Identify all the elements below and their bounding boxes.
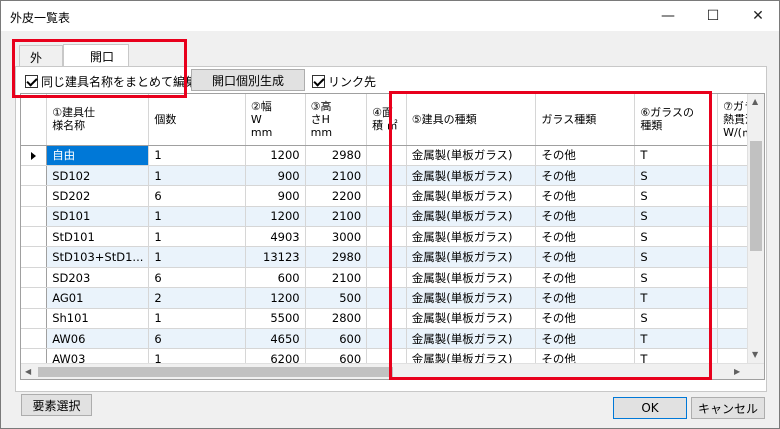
- table-cell-col-count[interactable]: 1: [148, 308, 246, 330]
- row-header[interactable]: [21, 206, 48, 228]
- column-header-line: 様名称: [52, 119, 86, 133]
- table-cell-col-width[interactable]: 13123: [245, 246, 306, 268]
- table-cell-col-height[interactable]: 2200: [305, 185, 368, 207]
- row-header[interactable]: [21, 328, 48, 350]
- table-cell-col-spec-name[interactable]: SD203: [46, 267, 150, 289]
- table-cell-col-width[interactable]: 1200: [245, 287, 306, 309]
- scroll-right-icon[interactable]: ▶: [734, 367, 740, 376]
- table-cell-col-height[interactable]: 600: [305, 328, 368, 350]
- table-cell-col-count[interactable]: 6: [148, 328, 246, 350]
- table-cell-col-spec-name[interactable]: SD102: [46, 165, 150, 187]
- table-cell-col-spec-name[interactable]: AG01: [46, 287, 150, 309]
- table-cell-col-spec-name[interactable]: SD101: [46, 206, 150, 228]
- table-cell-col-width[interactable]: 4903: [245, 226, 306, 248]
- table-cell-col-height[interactable]: 2980: [305, 246, 368, 268]
- table-cell-col-height[interactable]: 2800: [305, 308, 368, 330]
- column-header-line: ③高: [310, 99, 332, 113]
- column-header-line: 個数: [154, 112, 177, 126]
- select-elements-button[interactable]: 要素選択: [21, 394, 92, 416]
- table-cell-col-height[interactable]: 2100: [305, 267, 368, 289]
- table-cell-col-width[interactable]: 5500: [245, 308, 306, 330]
- table-cell-col-count[interactable]: 6: [148, 185, 246, 207]
- vertical-scrollbar[interactable]: ▲ ▼: [747, 94, 764, 364]
- column-header-col-count[interactable]: 個数: [148, 94, 246, 146]
- table-cell-col-width[interactable]: 1200: [245, 206, 306, 228]
- row-header[interactable]: [21, 308, 48, 330]
- cancel-button[interactable]: キャンセル: [691, 397, 765, 419]
- row-header[interactable]: [21, 145, 48, 166]
- table-cell-col-count[interactable]: 1: [148, 206, 246, 228]
- generate-openings-button[interactable]: 開口個別生成: [191, 69, 305, 91]
- scroll-left-icon[interactable]: ◀: [25, 367, 31, 376]
- row-header-corner: [21, 94, 48, 146]
- column-header-col-width[interactable]: ②幅 Wmm: [245, 94, 306, 146]
- checkbox-checked-icon: [312, 75, 325, 88]
- table-cell-col-width[interactable]: 900: [245, 165, 306, 187]
- ok-button[interactable]: OK: [613, 397, 687, 419]
- table-cell-col-spec-name[interactable]: SD202: [46, 185, 150, 207]
- column-header-line: W: [250, 112, 262, 126]
- row-header[interactable]: [21, 185, 48, 207]
- close-button[interactable]: ✕: [736, 1, 780, 31]
- scroll-down-icon[interactable]: ▼: [752, 350, 758, 359]
- minimize-button[interactable]: —: [646, 1, 690, 31]
- table-cell-col-spec-name[interactable]: StD101: [46, 226, 150, 248]
- row-header[interactable]: [21, 246, 48, 268]
- column-header-line: ①建具仕: [52, 106, 96, 120]
- current-row-arrow-icon: [31, 151, 36, 160]
- table-cell-col-height[interactable]: 2100: [305, 206, 368, 228]
- table-cell-col-count[interactable]: 1: [148, 246, 246, 268]
- table-cell-col-width[interactable]: 1200: [245, 145, 306, 166]
- row-header[interactable]: [21, 165, 48, 187]
- title-bar: 外皮一覧表 — ☐ ✕: [1, 1, 779, 31]
- table-cell-col-width[interactable]: 4650: [245, 328, 306, 350]
- maximize-button[interactable]: ☐: [691, 1, 735, 31]
- row-header[interactable]: [21, 287, 48, 309]
- link-destination-label: リンク先: [328, 75, 377, 89]
- column-header-line: mm: [310, 125, 333, 139]
- table-cell-col-height[interactable]: 500: [305, 287, 368, 309]
- table-cell-col-height[interactable]: 2980: [305, 145, 368, 166]
- table-cell-col-count[interactable]: 6: [148, 267, 246, 289]
- table-cell-col-width[interactable]: 900: [245, 185, 306, 207]
- horizontal-scroll-thumb[interactable]: [38, 367, 393, 377]
- dialog-window: 外皮一覧表 — ☐ ✕ 外皮 開口 同じ建具名称をまとめて編集 開口個別生成 リ…: [0, 0, 780, 429]
- column-header-col-spec-name[interactable]: ①建具仕 様名称: [46, 94, 150, 146]
- table-cell-col-count[interactable]: 2: [148, 287, 246, 309]
- highlight-box-glass-columns: [389, 91, 712, 380]
- row-header[interactable]: [21, 267, 48, 289]
- table-cell-col-spec-name[interactable]: StD103+StD1...: [46, 246, 150, 268]
- table-cell-col-spec-name[interactable]: Sh101: [46, 308, 150, 330]
- table-cell-col-height[interactable]: 3000: [305, 226, 368, 248]
- vertical-scroll-thumb[interactable]: [750, 141, 762, 251]
- window-title: 外皮一覧表: [10, 11, 71, 25]
- link-destination-checkbox[interactable]: リンク先: [312, 73, 376, 90]
- scroll-up-icon[interactable]: ▲: [752, 97, 758, 106]
- table-cell-col-width[interactable]: 600: [245, 267, 306, 289]
- table-cell-col-count[interactable]: 1: [148, 165, 246, 187]
- column-header-col-height[interactable]: ③高 さH mm: [305, 94, 368, 146]
- row-header[interactable]: [21, 226, 48, 248]
- table-cell-col-spec-name[interactable]: 自由: [46, 145, 150, 166]
- table-cell-col-count[interactable]: 1: [148, 226, 246, 248]
- table-cell-col-height[interactable]: 2100: [305, 165, 368, 187]
- column-header-line: mm: [250, 125, 273, 139]
- column-header-line: さH: [310, 112, 330, 126]
- column-header-line: ②幅: [250, 99, 272, 113]
- table-cell-col-count[interactable]: 1: [148, 145, 246, 166]
- highlight-box-tab-options: [12, 39, 187, 98]
- table-cell-col-spec-name[interactable]: AW06: [46, 328, 150, 350]
